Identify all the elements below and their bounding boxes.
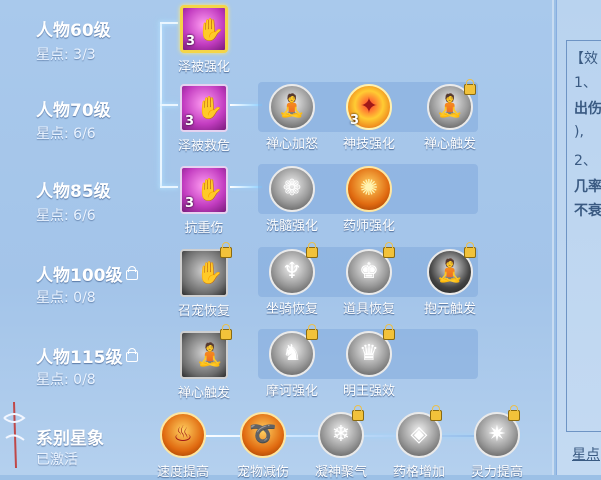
- lock-icon: [383, 242, 395, 258]
- lock-icon: [430, 405, 442, 421]
- lock-icon: [306, 242, 318, 258]
- skill-label: 洗髓强化: [265, 219, 318, 234]
- constellation-title: 系别星象: [36, 429, 104, 449]
- effect-text: 1、: [574, 75, 597, 91]
- mandala-skill-icon: ❁: [269, 166, 315, 212]
- row-level-115: 人物115级: [36, 343, 138, 368]
- row-level-60: 人物60级: [36, 21, 111, 41]
- effect-text: 出伤: [574, 101, 601, 117]
- skill-label: 抱元触发: [423, 302, 476, 317]
- skill-yaoge-zengjia[interactable]: ◈ 药格增加: [393, 405, 445, 480]
- skill-count: 3: [186, 34, 196, 49]
- skill-count: 3: [185, 196, 195, 211]
- skill-count: 3: [185, 114, 195, 129]
- skill-yaoshi-qianghua[interactable]: ✺ 药师强化: [343, 166, 395, 234]
- row-stars-85: 星点: 6/6: [36, 208, 96, 224]
- hand-skill-icon: ✋ 3: [180, 5, 228, 53]
- skill-label: 速度提高: [156, 465, 209, 480]
- effect-heading: 【效: [570, 51, 598, 67]
- lock-icon: [464, 242, 476, 258]
- skill-ningshen-juqi[interactable]: ❄ 凝神聚气: [315, 405, 367, 480]
- lock-icon: [352, 405, 364, 421]
- star-point-link[interactable]: 星点: [572, 444, 600, 464]
- flame-skill-icon: ♨: [160, 412, 206, 458]
- skill-label: 神技强化: [342, 137, 395, 152]
- lock-icon: [306, 324, 318, 340]
- decorative-swirl-icon: [3, 401, 26, 469]
- skill-label: 摩诃强化: [265, 384, 318, 399]
- skill-count: 3: [350, 113, 360, 128]
- tree-connector: [160, 186, 178, 188]
- star-tree-panel: [0, 0, 554, 475]
- skill-zuoqi-huifu[interactable]: ♆ 坐骑恢复: [266, 242, 318, 317]
- lock-icon: [125, 266, 138, 280]
- skill-label: 宠物减伤: [236, 465, 289, 480]
- skill-label: 禅心触发: [423, 137, 476, 152]
- skill-daoju-huifu[interactable]: ♚ 道具恢复: [343, 242, 395, 317]
- skill-label: 灵力提高: [470, 465, 523, 480]
- effect-text: ),: [574, 124, 584, 140]
- hand-skill-icon: ✋ 3: [180, 84, 228, 132]
- row-stars-60: 星点: 3/3: [36, 47, 96, 63]
- lock-icon: [383, 324, 395, 340]
- row-level-70: 人物70级: [36, 101, 111, 121]
- skill-zebei-qianghua[interactable]: ✋ 3 泽被强化: [178, 5, 230, 75]
- row-level-100-text: 人物100级: [36, 266, 123, 286]
- lock-icon: [125, 348, 138, 362]
- skill-label: 道具恢复: [342, 302, 395, 317]
- tree-connector: [160, 22, 178, 24]
- skill-chanxin-jianu[interactable]: 🧘 禅心加怒: [266, 84, 318, 152]
- skill-label: 禅心加怒: [265, 137, 318, 152]
- skill-chanxin-chufa[interactable]: 🧘 禅心触发: [424, 79, 476, 152]
- skill-label: 明王强效: [342, 384, 395, 399]
- effect-text: 几率: [574, 179, 601, 195]
- monk-skill-icon: 🧘: [269, 84, 315, 130]
- row-stars-70: 星点: 6/6: [36, 126, 96, 142]
- effect-text: 2、: [574, 153, 597, 169]
- skill-mohe-qianghua[interactable]: ♞ 摩诃强化: [266, 324, 318, 399]
- swirl-skill-icon: ➰: [240, 412, 286, 458]
- skill-zhaochong-huifu[interactable]: ✋ 召宠恢复: [178, 242, 232, 319]
- row-level-85: 人物85级: [36, 182, 111, 202]
- skill-label: 坐骑恢复: [265, 302, 318, 317]
- skill-xisui-qianghua[interactable]: ❁ 洗髓强化: [266, 166, 318, 234]
- skill-label: 泽被强化: [177, 60, 230, 75]
- flame-skill-icon: ✦ 3: [346, 84, 392, 130]
- row-level-100: 人物100级: [36, 261, 138, 286]
- skill-chanxin-chufa-2[interactable]: 🧘 禅心触发: [178, 324, 232, 401]
- skill-label: 禅心触发: [177, 386, 230, 401]
- skill-zebei-jiuwei[interactable]: ✋ 3 泽被救危: [178, 84, 230, 154]
- lock-icon: [220, 324, 232, 340]
- skill-mingwang-qiangxiao[interactable]: ♛ 明王强效: [343, 324, 395, 399]
- skill-kang-zhongshang[interactable]: ✋ 3 抗重伤: [180, 166, 228, 236]
- hand-skill-icon: ✋ 3: [180, 166, 228, 214]
- row-stars-100: 星点: 0/8: [36, 290, 96, 306]
- skill-chongwu-jianshang[interactable]: ➰ 宠物减伤: [237, 412, 289, 480]
- skill-sudu-tigao[interactable]: ♨ 速度提高: [157, 412, 209, 480]
- effect-text: 不衰: [574, 203, 601, 219]
- skill-label: 泽被救危: [177, 139, 230, 154]
- row-stars-115: 星点: 0/8: [36, 372, 96, 388]
- constellation-status: 已激活: [36, 452, 78, 468]
- skill-label: 抗重伤: [184, 221, 224, 236]
- skill-baoyuan-chufa[interactable]: 🧘 抱元触发: [424, 242, 476, 317]
- lock-icon: [220, 242, 232, 258]
- skill-shenji-qianghua[interactable]: ✦ 3 神技强化: [343, 84, 395, 152]
- skill-label: 召宠恢复: [177, 304, 230, 319]
- tree-connector: [160, 104, 178, 106]
- lock-icon: [508, 405, 520, 421]
- lock-icon: [464, 79, 476, 95]
- skill-label: 凝神聚气: [314, 465, 367, 480]
- skill-label: 药格增加: [392, 465, 445, 480]
- sun-skill-icon: ✺: [346, 166, 392, 212]
- skill-label: 药师强化: [342, 219, 395, 234]
- skill-lingli-tigao[interactable]: ✷ 灵力提高: [471, 405, 523, 480]
- row-level-115-text: 人物115级: [36, 348, 123, 368]
